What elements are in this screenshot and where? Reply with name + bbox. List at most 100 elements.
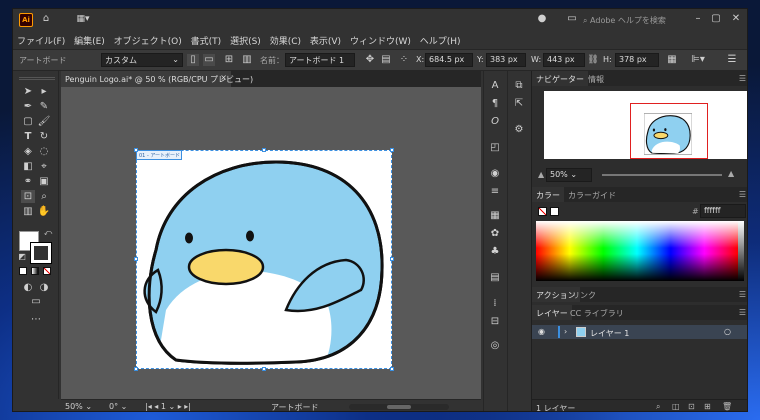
w-input[interactable]: 443 px: [543, 53, 585, 67]
menu-window[interactable]: ウィンドウ(W): [350, 37, 411, 47]
account-icon[interactable]: ●: [535, 13, 549, 27]
horizontal-scrollbar[interactable]: [349, 404, 449, 410]
zoom-out-icon[interactable]: ▲: [538, 170, 544, 179]
landscape-icon[interactable]: ▭: [203, 54, 215, 66]
rectangle-tool-icon[interactable]: ▢: [21, 115, 35, 128]
navigator-zoom-slider[interactable]: [602, 174, 722, 176]
locate-object-icon[interactable]: ⌕: [656, 402, 660, 411]
reference-point-icon[interactable]: ⁘: [397, 54, 411, 67]
new-layer-icon[interactable]: ⊞: [704, 402, 711, 411]
zoom-in-icon[interactable]: ▲: [728, 169, 734, 178]
gradient-panel-icon[interactable]: ▤: [488, 271, 502, 284]
new-artboard-icon[interactable]: ⊞: [223, 54, 235, 66]
blend-tool-icon[interactable]: ⚭: [21, 175, 35, 188]
portrait-icon[interactable]: ▯: [187, 54, 199, 66]
transparency-panel-icon[interactable]: ◎: [488, 339, 502, 352]
hex-input[interactable]: ffffff: [700, 204, 746, 218]
stroke-panel-icon[interactable]: ≡: [488, 185, 502, 198]
tab-links[interactable]: リンク: [568, 287, 600, 302]
visibility-eye-icon[interactable]: ◉: [538, 327, 545, 336]
menu-view[interactable]: 表示(V): [310, 37, 341, 47]
pathfinder-panel-icon[interactable]: ◰: [488, 141, 502, 154]
swap-fill-stroke-icon[interactable]: ⤺: [43, 227, 53, 237]
menu-help[interactable]: ヘルプ(H): [420, 37, 461, 47]
transform-panel-icon[interactable]: ⊟: [488, 315, 502, 328]
zoom-select[interactable]: 50% ⌄: [65, 402, 92, 411]
screen-mode-icon[interactable]: ▭: [29, 295, 43, 308]
expand-layer-icon[interactable]: ›: [564, 327, 567, 336]
eyedropper-tool-icon[interactable]: ⌖: [37, 160, 51, 173]
restore-icon[interactable]: ▢: [709, 13, 723, 27]
default-colors-icon[interactable]: ◩: [17, 251, 27, 261]
graph-tool-icon[interactable]: ▥: [21, 205, 35, 218]
draw-normal-icon[interactable]: ◐: [21, 281, 35, 294]
y-input[interactable]: 383 px: [486, 53, 526, 67]
menu-effect[interactable]: 効果(C): [270, 37, 301, 47]
menu-file[interactable]: ファイル(F): [17, 37, 65, 47]
align-icon[interactable]: ▦: [665, 54, 679, 67]
layer-target-icon[interactable]: ○: [724, 327, 731, 336]
minimize-icon[interactable]: –: [691, 13, 705, 27]
delete-layer-icon[interactable]: 🗑: [722, 402, 732, 411]
pen-tool-icon[interactable]: ✒: [21, 100, 35, 113]
clipping-mask-icon[interactable]: ◫: [672, 402, 680, 411]
home-icon[interactable]: ⌂: [39, 13, 53, 27]
tab-info[interactable]: 情報: [584, 71, 608, 86]
character-panel-icon[interactable]: A: [488, 79, 502, 92]
artboard-nav[interactable]: |◂ ◂ 1 ⌄ ▸ ▸|: [145, 402, 191, 411]
discover-icon[interactable]: ▭: [565, 13, 579, 27]
delete-artboard-icon[interactable]: ▥: [241, 54, 253, 66]
export-panel-icon[interactable]: ⇱: [512, 97, 526, 110]
new-sublayer-icon[interactable]: ⊡: [688, 402, 695, 411]
gradient-tool-icon[interactable]: ▣: [37, 175, 51, 188]
artboard-tool-icon[interactable]: ⊡: [21, 190, 35, 203]
h-input[interactable]: 378 px: [615, 53, 659, 67]
navigator-zoom-input[interactable]: 50% ⌄: [546, 168, 592, 182]
color-mode-icon[interactable]: [19, 267, 27, 275]
panel-menu-icon[interactable]: ☰: [725, 54, 739, 67]
x-input[interactable]: 684.5 px: [425, 53, 473, 67]
draw-behind-icon[interactable]: ◑: [37, 281, 51, 294]
symbols-panel-icon[interactable]: ♣: [488, 245, 502, 258]
lasso-tool-icon[interactable]: ◌: [37, 145, 51, 158]
type-tool-icon[interactable]: T: [21, 130, 35, 143]
opentype-panel-icon[interactable]: O: [488, 115, 502, 128]
direct-selection-tool-icon[interactable]: ▸: [37, 85, 51, 98]
tab-color-guide[interactable]: カラーガイド: [564, 187, 620, 202]
menu-edit[interactable]: 編集(E): [74, 37, 105, 47]
scrollbar-thumb[interactable]: [387, 405, 411, 409]
rotate-tool-icon[interactable]: ↻: [37, 130, 51, 143]
workspace-switcher-icon[interactable]: ▦▾: [71, 13, 95, 27]
artboards-panel-icon[interactable]: ⧉: [512, 79, 526, 92]
edit-toolbar-icon[interactable]: ⋯: [29, 313, 43, 326]
preset-select[interactable]: カスタム ⌄: [101, 53, 183, 67]
navigator-preview[interactable]: [544, 91, 747, 159]
move-with-artboard-icon[interactable]: ✥: [363, 54, 377, 67]
appearance-panel-icon[interactable]: ◉: [488, 167, 502, 180]
rotate-select[interactable]: 0° ⌄: [109, 402, 127, 411]
curvature-tool-icon[interactable]: ✎: [37, 100, 51, 113]
shape-builder-tool-icon[interactable]: ◧: [21, 160, 35, 173]
tab-color[interactable]: カラー: [532, 187, 564, 202]
artboard-options-icon[interactable]: ▤: [379, 54, 393, 67]
properties-panel-icon[interactable]: ⚙: [512, 123, 526, 136]
selection-tool-icon[interactable]: ➤: [21, 85, 35, 98]
actions-menu-icon[interactable]: ☰: [739, 290, 746, 299]
layer-name[interactable]: レイヤー 1: [590, 328, 629, 339]
menu-select[interactable]: 選択(S): [230, 37, 261, 47]
eraser-tool-icon[interactable]: ◈: [21, 145, 35, 158]
close-window-icon[interactable]: ✕: [729, 13, 743, 27]
none-color-swatch[interactable]: [538, 207, 547, 216]
search-field[interactable]: ⌕ Adobe ヘルプを検索: [579, 13, 689, 27]
grayscale-ramp[interactable]: [738, 221, 744, 281]
tab-navigator[interactable]: ナビゲーター: [532, 71, 588, 86]
close-tab-icon[interactable]: ×: [220, 73, 227, 82]
navigator-menu-icon[interactable]: ☰: [739, 74, 746, 83]
paragraph-panel-icon[interactable]: ¶: [488, 97, 502, 110]
hand-tool-icon[interactable]: ✋: [37, 205, 51, 218]
link-proportions-icon[interactable]: ⛓: [587, 54, 599, 67]
tab-cc-libraries[interactable]: CC ライブラリ: [566, 305, 628, 320]
document-tab[interactable]: Penguin Logo.ai* @ 50 % (RGB/CPU プレビュー) …: [61, 71, 253, 87]
distribute-icon[interactable]: ⊫▾: [689, 54, 707, 67]
penguin-illustration[interactable]: [136, 150, 392, 369]
